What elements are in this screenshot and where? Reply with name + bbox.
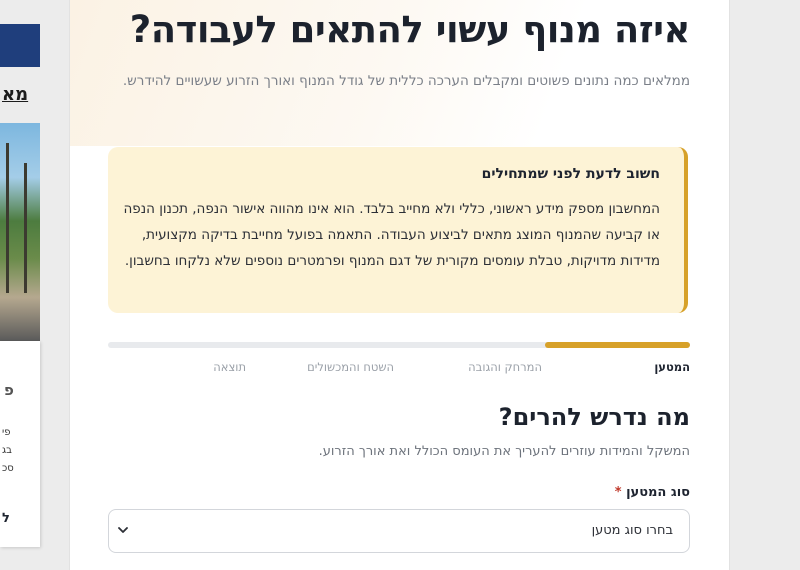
load-type-value: בחרו סוג מטען	[591, 523, 673, 538]
load-type-label: סוג המטען *	[615, 485, 690, 500]
side-card-line: פי	[2, 427, 11, 438]
step-distance-height[interactable]: המרחק והגובה	[468, 360, 542, 374]
side-card-link[interactable]: ל	[2, 511, 10, 526]
required-mark: *	[614, 485, 622, 500]
calculator-panel: איזה מנוף עשוי להתאים לעבודה? ממלאים כמה…	[69, 0, 730, 570]
page-subtitle: ממלאים כמה נתונים פשוטים ומקבלים הערכה כ…	[122, 73, 690, 89]
notice-title: חשוב לדעת לפני שמתחילים	[481, 166, 660, 182]
load-type-label-text: סוג המטען	[626, 485, 690, 500]
important-notice: חשוב לדעת לפני שמתחילים המחשבון מספק מיד…	[108, 147, 688, 313]
palm-tree-icon	[24, 163, 27, 293]
palm-tree-icon	[6, 143, 9, 293]
section-subtitle: המשקל והמידות עוזרים להעריך את העומס הכו…	[318, 444, 690, 459]
side-banner[interactable]	[0, 24, 40, 67]
progress-fill	[544, 342, 690, 348]
step-result[interactable]: תוצאה	[213, 360, 246, 374]
side-card-line: בג	[2, 445, 12, 456]
side-panel: מא פ פי בג סכ ל	[0, 0, 40, 570]
step-terrain-obstacles[interactable]: השטח והמכשולים	[307, 360, 394, 374]
side-image	[0, 123, 40, 341]
side-link[interactable]: מא	[2, 84, 40, 105]
load-type-select[interactable]: בחרו סוג מטען	[108, 509, 690, 553]
side-card-title: פ	[4, 381, 14, 399]
section-title: מה נדרש להרים?	[498, 403, 690, 431]
chevron-down-icon	[118, 527, 128, 533]
page-title: איזה מנוף עשוי להתאים לעבודה?	[129, 8, 691, 51]
step-load[interactable]: המטען	[654, 360, 690, 374]
side-card[interactable]: פ פי בג סכ ל	[0, 341, 40, 547]
side-card-line: סכ	[2, 463, 14, 474]
notice-body: המחשבון מספק מידע ראשוני, כללי ולא מחייב…	[123, 201, 660, 269]
progress-bar	[108, 342, 690, 348]
